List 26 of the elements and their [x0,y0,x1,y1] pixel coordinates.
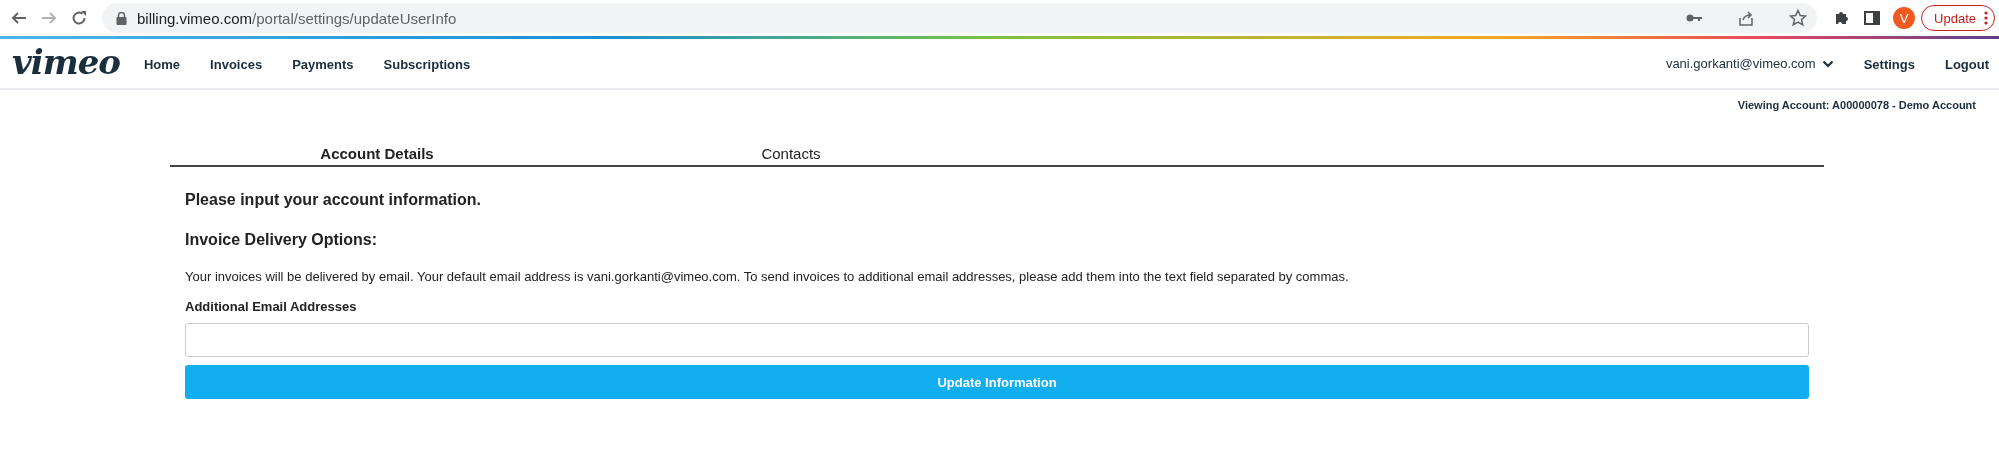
nav-link[interactable]: Subscriptions [383,56,471,72]
side-panel-icon [1863,9,1882,27]
star-icon[interactable] [1789,9,1808,27]
account-menu[interactable]: vani.gorkanti@vimeo.com [1665,56,1834,71]
nav-link[interactable]: Logout [1944,56,1989,72]
url-text: billing.vimeo.com/portal/settings/updateUserInfo [137,9,458,27]
description-text: Your invoices will be delivered by email. Your default email address is vani.gorkanti@vimeo.com. To send invoices to additional email addresses, please add them into the text field separated by commas. [185,269,1350,284]
update-button[interactable]: Update [1921,5,1995,31]
more-icon [1984,11,1988,25]
nav-link[interactable]: Settings [1863,56,1915,72]
tab[interactable]: Contacts [584,141,998,165]
field-label: Additional Email Addresses [185,299,358,314]
lock-icon [116,11,127,25]
section-heading: Invoice Delivery Options: [185,231,379,249]
nav-link[interactable]: Invoices [210,56,263,72]
email-input-field[interactable] [185,323,1809,357]
vimeo-logo[interactable]: vimeo [12,44,120,83]
form-heading: Please input your account information. [185,191,483,209]
address-bar[interactable]: billing.vimeo.com/portal/settings/updateUserInfo [102,3,1818,33]
nav-link[interactable]: Home [143,56,181,72]
reload-icon [70,9,88,27]
chevron-down-icon [1821,59,1834,68]
share-icon[interactable] [1737,9,1756,27]
tab[interactable]: Account Details [170,141,584,165]
nav-link[interactable]: Payments [292,56,354,72]
viewing-account-text: Viewing Account: A00000078 - Demo Account [1737,99,1976,111]
